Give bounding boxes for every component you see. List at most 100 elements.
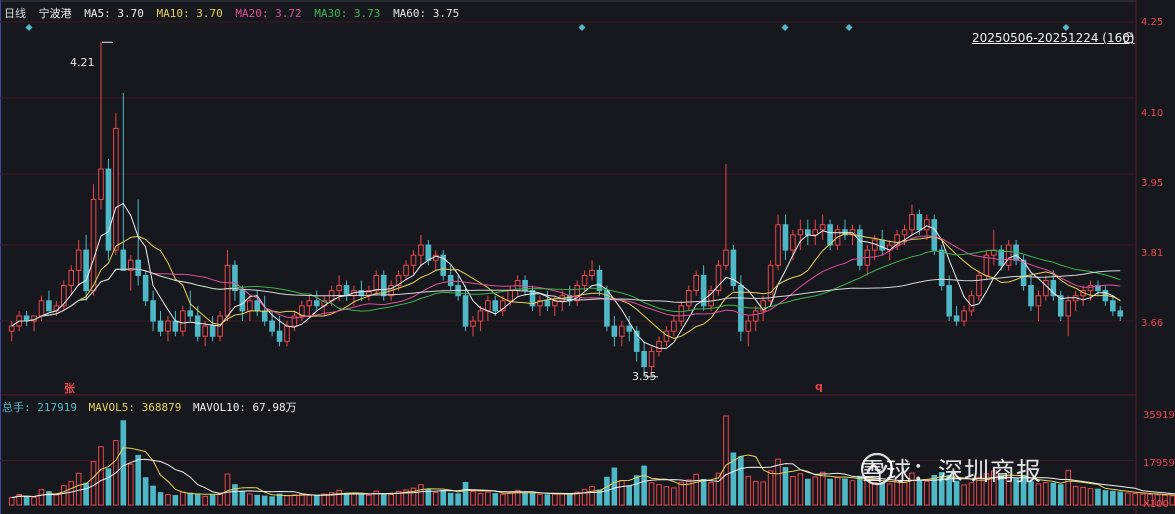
candle-body [336,285,342,292]
date-range-label[interactable]: 20250506-20251224 (160) [972,31,1135,45]
price-tick-label: 3.95 [1141,178,1164,189]
chart-canvas[interactable] [0,0,1175,514]
volume-bar [83,482,89,506]
volume-bar [135,454,142,506]
candle-body [745,320,752,332]
volume-bar [60,485,67,506]
candle-body [1028,285,1034,307]
candle-body [75,249,82,271]
volume-bar [767,470,774,506]
candle-body [819,224,826,231]
mavol10-label: MAVOL10: 67.98万 [192,401,297,414]
volume-bar [246,493,253,506]
volume-bar [782,467,789,506]
event-marker [845,24,853,31]
candle-body [269,320,275,332]
volume-bar [432,491,439,506]
volume-bar [90,461,97,506]
price-tick-label: 4.10 [1141,108,1164,119]
volume-bar [380,493,387,506]
candle-body [462,295,469,327]
volume-bar [804,478,811,506]
volume-bar [507,492,514,506]
candle-body [477,310,484,322]
candle-body [596,269,603,292]
candle-body [425,244,432,261]
candle-body [1065,300,1072,317]
event-flag[interactable]: 张 [64,380,75,396]
volume-bar [187,492,194,506]
candle-body [611,325,618,337]
candle-body [470,320,476,327]
volume-bar [618,479,625,506]
volume-bar [425,489,432,506]
volume-bar [261,495,268,506]
volume-bar [351,493,357,506]
volume-bar [648,482,655,506]
volume-bar [611,467,618,506]
candle-body [46,300,52,312]
volume-bar [239,491,246,506]
stock-name: 宁波港 [38,7,72,20]
candle-body [618,325,625,337]
lock-icon[interactable] [1124,32,1133,43]
candle-body [581,274,588,287]
candle-body [485,300,491,312]
high-price-annotation: 4.21 [70,56,95,69]
price-tick-label: 3.66 [1141,318,1164,329]
price-tick-label: 4.25 [1141,17,1164,28]
volume-bar [447,492,454,506]
volume-bar [633,475,640,506]
volume-bar [537,493,543,506]
candle-body [142,274,149,302]
candle-body [135,259,142,276]
kline-chart[interactable]: 日线 宁波港 MA5: 3.70 MA10: 3.70 MA20: 3.72 M… [0,0,1175,514]
candle-body [790,234,796,251]
volume-bar [849,480,856,506]
volume-bar [388,493,394,506]
candle-body [1043,279,1049,297]
volume-bar [343,492,350,506]
volume-bar [418,484,424,506]
candle-body [418,244,424,256]
volume-bar [1087,488,1094,506]
candle-body [708,290,714,307]
candle-body [8,325,15,332]
volume-bar [700,478,707,506]
candle-body [254,300,261,312]
volume-bar [544,494,551,506]
volume-legend: 总手: 217919 MAVOL5: 368879 MAVOL10: 67.98… [2,399,302,415]
volume-bar [671,487,677,506]
volume-bar [291,494,298,506]
volume-bar [827,478,833,506]
volume-bar [358,494,365,506]
volume-bar [209,494,216,506]
candle-body [924,219,930,231]
volume-bar [470,491,476,506]
candle-body [113,127,119,251]
volume-bar [217,493,223,506]
candle-body [172,320,179,332]
candle-body [953,315,960,322]
volume-bar [1065,469,1072,506]
ma10-label: MA10: 3.70 [156,7,223,20]
candle-body [60,285,67,307]
volume-bar [202,495,208,506]
volume-bar [299,493,305,506]
candle-body [120,249,127,271]
candle-body [447,274,454,287]
period-label: 日线 [4,7,26,20]
candle-body [916,214,923,231]
candle-body [68,269,75,287]
volume-bar [738,456,744,506]
candle-body [209,325,216,337]
volume-bar [589,485,595,506]
volume-bar [232,484,238,506]
candle-body [403,264,409,276]
volume-bar [150,485,156,506]
event-flag[interactable]: q [815,380,823,393]
volume-bar [641,465,647,506]
volume-bar [1080,486,1086,506]
volume-bar [336,489,342,506]
total-volume-label: 总手: 217919 [2,401,77,414]
